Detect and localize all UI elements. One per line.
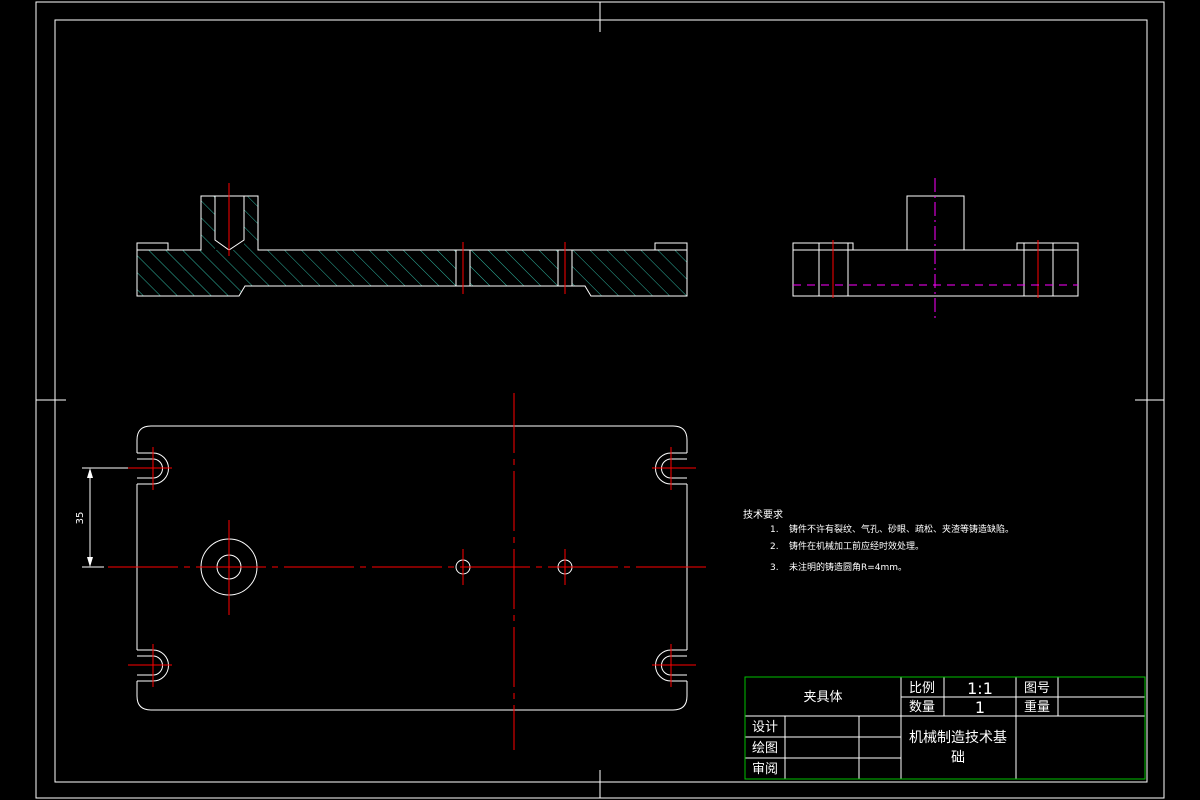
part-name: 夹具体 bbox=[803, 690, 842, 705]
weight-label: 重量 bbox=[1024, 699, 1050, 715]
quantity-label: 数量 bbox=[909, 700, 935, 715]
tech-requirements-heading: 技术要求 bbox=[743, 508, 783, 521]
tech-req-num-2: 2. bbox=[770, 542, 779, 552]
tech-req-text-3: 未注明的铸造圆角R=4mm。 bbox=[789, 561, 907, 573]
dimension-label: 35 bbox=[75, 512, 86, 525]
scale-label: 比例 bbox=[909, 681, 935, 696]
plate-outline bbox=[136, 425, 688, 711]
top-view: 35 bbox=[75, 393, 708, 750]
tech-req-text-2: 铸件在机械加工前应经时效处理。 bbox=[789, 540, 924, 552]
review-label: 审阅 bbox=[752, 762, 778, 777]
cad-drawing: 35 技术要求 1. 铸件不许有裂纹、气孔、砂眼、疏松、夹渣等铸造缺陷。 2. … bbox=[35, 1, 1165, 799]
drafting-label: 绘图 bbox=[752, 741, 778, 756]
school-name-line2: 础 bbox=[951, 750, 965, 766]
dimension-35 bbox=[82, 467, 128, 568]
scale-value: 1:1 bbox=[967, 679, 993, 698]
front-section-view bbox=[136, 183, 688, 297]
tech-req-num-3: 3. bbox=[770, 563, 779, 573]
school-name-line1: 机械制造技术基 bbox=[909, 729, 1007, 746]
title-block: 夹具体 比例 1:1 图号 数量 1 重量 设计 绘图 审阅 机械制造技术基 础 bbox=[744, 676, 1146, 780]
quantity-value: 1 bbox=[975, 698, 985, 717]
top-centerlines bbox=[108, 393, 708, 750]
design-label: 设计 bbox=[752, 720, 778, 735]
tech-requirements: 技术要求 1. 铸件不许有裂纹、气孔、砂眼、疏松、夹渣等铸造缺陷。 2. 铸件在… bbox=[743, 508, 1014, 573]
drawing-no-label: 图号 bbox=[1024, 681, 1050, 696]
sheet-frame bbox=[35, 1, 1165, 799]
tech-req-num-1: 1. bbox=[770, 525, 779, 535]
tech-req-text-1: 铸件不许有裂纹、气孔、砂眼、疏松、夹渣等铸造缺陷。 bbox=[789, 523, 1014, 535]
side-view bbox=[792, 178, 1079, 322]
